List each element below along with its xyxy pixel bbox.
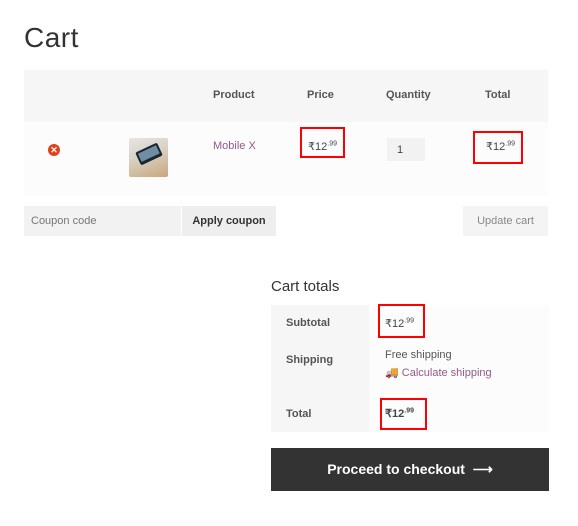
header-price: Price (307, 89, 334, 101)
proceed-to-checkout-button[interactable]: Proceed to checkout ⟶ (271, 448, 549, 491)
page-title: Cart (24, 22, 79, 53)
table-header: Product Price Quantity Total (24, 70, 548, 122)
shipping-label: Shipping (286, 354, 334, 366)
header-total: Total (485, 89, 511, 101)
truck-icon: 🚚 (385, 367, 399, 379)
total-label: Total (286, 408, 312, 420)
subtotal-label: Subtotal (286, 317, 330, 329)
highlight-box (380, 398, 427, 430)
highlight-box (378, 304, 425, 338)
highlight-box (473, 131, 523, 164)
update-cart-button[interactable]: Update cart (463, 206, 548, 236)
arrow-right-icon: ⟶ (472, 461, 493, 477)
coupon-code-input[interactable] (24, 206, 181, 236)
cart-totals-title: Cart totals (271, 278, 340, 295)
shipping-value: Free shipping (385, 349, 452, 361)
header-quantity: Quantity (386, 89, 431, 101)
remove-circle-icon[interactable]: ✕ (48, 144, 60, 156)
header-product: Product (213, 89, 255, 101)
product-thumbnail[interactable] (129, 138, 168, 177)
apply-coupon-button[interactable]: Apply coupon (182, 206, 276, 236)
quantity-input[interactable] (387, 138, 425, 161)
highlight-box (300, 127, 345, 158)
shipping-row: Shipping Free shipping 🚚 Calculate shipp… (271, 341, 549, 395)
cart-table: Product Price Quantity Total (24, 70, 548, 196)
table-row (24, 122, 548, 196)
calculate-shipping-link[interactable]: 🚚 Calculate shipping (385, 366, 492, 379)
product-link[interactable]: Mobile X (213, 140, 256, 152)
